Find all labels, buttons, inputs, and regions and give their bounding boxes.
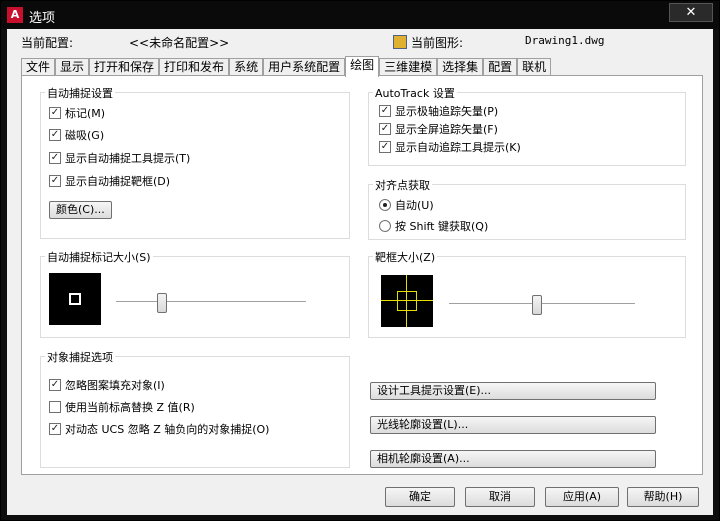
- autotrack-settings-title: AutoTrack 设置: [373, 85, 457, 101]
- fullscreen-tracking-vector-checkbox[interactable]: ✓ 显示全屏追踪矢量(F): [379, 121, 498, 137]
- aperture-box-icon: [397, 291, 417, 311]
- current-drawing-label: 当前图形:: [411, 36, 464, 50]
- aperture-size-group: 靶框大小(Z): [368, 249, 686, 338]
- tab-strip: 文件 显示 打开和保存 打印和发布 系统 用户系统配置 绘图 三维建模 选择集 …: [21, 56, 552, 77]
- object-snap-options-group: 对象捕捉选项 ✓ 忽略图案填充对象(I) 使用当前标高替换 Z 值(R) ✓ 对动态…: [40, 349, 350, 468]
- help-button[interactable]: 帮助(H): [627, 487, 699, 507]
- tab-3d-modeling[interactable]: 三维建模: [379, 58, 438, 76]
- aperture-size-slider-track[interactable]: [449, 303, 635, 305]
- checkbox-box[interactable]: ✓: [49, 107, 61, 119]
- checkbox-box[interactable]: ✓: [49, 175, 61, 187]
- object-snap-options-title: 对象捕捉选项: [45, 349, 115, 365]
- autosnap-marker-checkbox[interactable]: ✓ 标记(M): [49, 105, 105, 121]
- alignment-point-title: 对齐点获取: [373, 177, 432, 193]
- checkbox-label: 忽略图案填充对象(I): [65, 379, 165, 392]
- tab-display[interactable]: 显示: [55, 58, 90, 76]
- autosnap-marker-size-group: 自动捕捉标记大小(S): [40, 249, 350, 338]
- autotrack-settings-group: AutoTrack 设置 ✓ 显示极轴追踪矢量(P) ✓ 显示全屏追踪矢量(F) ✓…: [368, 85, 686, 166]
- autosnap-magnet-checkbox[interactable]: ✓ 磁吸(G): [49, 127, 104, 143]
- color-button[interactable]: 颜色(C)...: [49, 201, 112, 219]
- autosnap-marker-size-title: 自动捕捉标记大小(S): [45, 249, 153, 265]
- checkbox-label: 显示自动捕捉工具提示(T): [65, 152, 191, 165]
- drawing-icon: [393, 35, 407, 49]
- alignment-point-group: 对齐点获取 自动(U) 按 Shift 键获取(Q): [368, 177, 686, 240]
- ignore-negative-z-checkbox[interactable]: ✓ 对动态 UCS 忽略 Z 轴负向的对象捕捉(O): [49, 421, 269, 437]
- radio-label: 按 Shift 键获取(Q): [395, 220, 489, 233]
- tab-drafting[interactable]: 绘图: [345, 56, 380, 77]
- close-button[interactable]: ✕: [669, 3, 713, 22]
- marker-size-preview: [49, 273, 101, 325]
- radio-dot[interactable]: [379, 220, 391, 232]
- tab-online[interactable]: 联机: [517, 58, 552, 76]
- alignment-auto-radio[interactable]: 自动(U): [379, 197, 434, 213]
- apply-button[interactable]: 应用(A): [545, 487, 619, 507]
- drafting-tooltip-settings-button[interactable]: 设计工具提示设置(E)...: [370, 382, 656, 400]
- current-profile-label: 当前配置:: [21, 36, 74, 50]
- cameras-glyph-settings-button[interactable]: 相机轮廓设置(A)...: [370, 450, 656, 468]
- dialog-body: 当前配置: <<未命名配置>> 当前图形: Drawing1.dwg 文件 显示…: [7, 29, 713, 515]
- aperture-size-title: 靶框大小(Z): [373, 249, 438, 265]
- tab-system[interactable]: 系统: [229, 58, 264, 76]
- current-drawing-value: Drawing1.dwg: [525, 34, 605, 47]
- checkbox-label: 磁吸(G): [65, 129, 105, 142]
- tab-selection[interactable]: 选择集: [437, 58, 484, 76]
- radio-dot[interactable]: [379, 199, 391, 211]
- checkbox-label: 显示全屏追踪矢量(F): [395, 123, 498, 136]
- autocad-logo-icon: A: [7, 7, 23, 23]
- lights-glyph-settings-button[interactable]: 光线轮廓设置(L)...: [370, 416, 656, 434]
- checkbox-box[interactable]: ✓: [379, 141, 391, 153]
- title-bar[interactable]: A 选项 ✕: [1, 1, 719, 29]
- marker-size-slider-thumb[interactable]: [157, 293, 168, 313]
- checkbox-label: 使用当前标高替换 Z 值(R): [65, 401, 195, 414]
- tab-profiles[interactable]: 配置: [483, 58, 518, 76]
- autosnap-tooltip-checkbox[interactable]: ✓ 显示自动捕捉工具提示(T): [49, 150, 190, 166]
- polar-tracking-vector-checkbox[interactable]: ✓ 显示极轴追踪矢量(P): [379, 103, 498, 119]
- autotrack-tooltip-checkbox[interactable]: ✓ 显示自动追踪工具提示(K): [379, 139, 521, 155]
- checkbox-box[interactable]: [49, 401, 61, 413]
- snap-marker-icon: [69, 293, 81, 305]
- current-profile-value: <<未命名配置>>: [129, 36, 230, 50]
- marker-size-slider-track[interactable]: [116, 301, 306, 303]
- tab-user-preferences[interactable]: 用户系统配置: [263, 58, 346, 76]
- tab-plot-publish[interactable]: 打印和发布: [159, 58, 230, 76]
- checkbox-label: 对动态 UCS 忽略 Z 轴负向的对象捕捉(O): [65, 423, 270, 436]
- options-dialog: A 选项 ✕ 当前配置: <<未命名配置>> 当前图形: Drawing1.dw…: [0, 0, 720, 521]
- checkbox-box[interactable]: ✓: [379, 123, 391, 135]
- checkbox-label: 显示极轴追踪矢量(P): [395, 105, 499, 118]
- autosnap-settings-group: 自动捕捉设置 ✓ 标记(M) ✓ 磁吸(G) ✓ 显示自动捕捉工具提示(T) ✓ 显示自…: [40, 85, 350, 239]
- cancel-button[interactable]: 取消: [465, 487, 535, 507]
- checkbox-box[interactable]: ✓: [49, 152, 61, 164]
- autosnap-aperture-checkbox[interactable]: ✓ 显示自动捕捉靶框(D): [49, 173, 170, 189]
- tab-files[interactable]: 文件: [21, 58, 56, 76]
- window-title: 选项: [29, 11, 56, 26]
- radio-label: 自动(U): [395, 199, 434, 212]
- checkbox-box[interactable]: ✓: [49, 129, 61, 141]
- ignore-hatch-checkbox[interactable]: ✓ 忽略图案填充对象(I): [49, 377, 165, 393]
- checkbox-label: 显示自动追踪工具提示(K): [395, 141, 521, 154]
- aperture-size-preview: [381, 275, 433, 327]
- checkbox-box[interactable]: ✓: [49, 423, 61, 435]
- ok-button[interactable]: 确定: [385, 487, 455, 507]
- checkbox-box[interactable]: ✓: [49, 379, 61, 391]
- tab-open-save[interactable]: 打开和保存: [89, 58, 160, 76]
- aperture-size-slider-thumb[interactable]: [531, 295, 542, 315]
- checkbox-box[interactable]: ✓: [379, 105, 391, 117]
- drafting-panel: 自动捕捉设置 ✓ 标记(M) ✓ 磁吸(G) ✓ 显示自动捕捉工具提示(T) ✓ 显示自…: [21, 75, 703, 475]
- checkbox-label: 标记(M): [65, 107, 106, 120]
- replace-z-checkbox[interactable]: 使用当前标高替换 Z 值(R): [49, 399, 195, 415]
- alignment-shift-radio[interactable]: 按 Shift 键获取(Q): [379, 218, 488, 234]
- autosnap-settings-title: 自动捕捉设置: [45, 85, 115, 101]
- checkbox-label: 显示自动捕捉靶框(D): [65, 175, 171, 188]
